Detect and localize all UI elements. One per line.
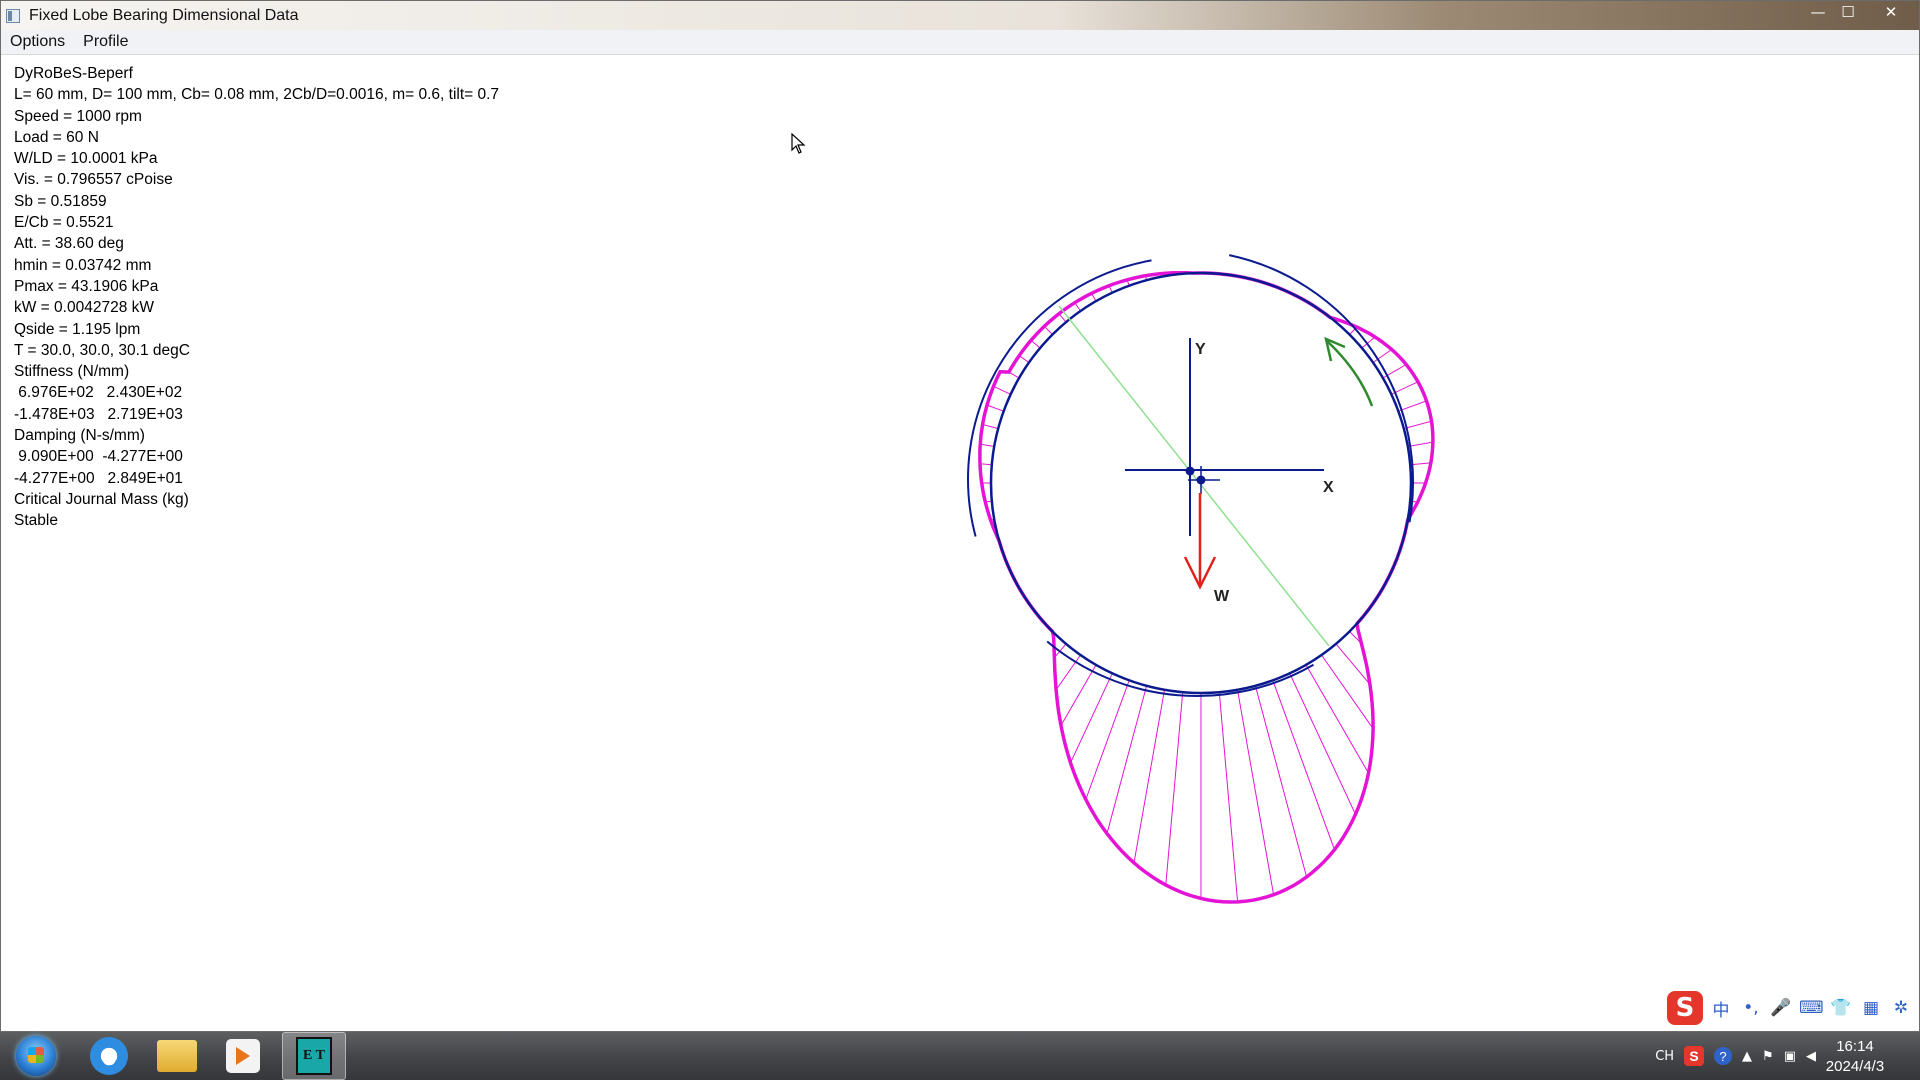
attitude-line (1058, 305, 1330, 647)
action-center-flag-icon[interactable]: ⚑ (1762, 1049, 1774, 1064)
taskbar-explorer[interactable] (148, 1032, 206, 1080)
ime-keyboard-icon[interactable]: ⌨ (1799, 998, 1824, 1018)
pressure-hatch-line (1070, 673, 1113, 764)
ime-logo-icon[interactable]: S (1667, 991, 1703, 1025)
y-axis-label: Y (1195, 341, 1206, 358)
pressure-hatch-line (1403, 420, 1432, 430)
show-hidden-icons-icon[interactable]: ▲ (1742, 1049, 1752, 1064)
pressure-hatch-line (1030, 340, 1041, 349)
media-player-icon (226, 1039, 260, 1073)
taskbar-ie[interactable]: e (80, 1032, 138, 1080)
ime-skin-icon[interactable]: 👕 (1829, 998, 1853, 1018)
pressure-hatch-line (980, 443, 995, 447)
pressure-hatch-line (1218, 692, 1239, 902)
pressure-hatch-lines (979, 275, 1433, 902)
network-icon[interactable]: ▣ (1784, 1049, 1796, 1064)
taskbar-active-app[interactable]: E T (282, 1032, 346, 1080)
folder-icon (157, 1040, 197, 1072)
system-tray: CH S ? ▲ ⚑ ▣ ◀ (1655, 1032, 1816, 1080)
ime-toolbar: S 中 •, 🎤 ⌨ 👕 ▦ ✲ (1667, 991, 1913, 1025)
ime-microphone-icon[interactable]: 🎤 (1769, 998, 1793, 1018)
pressure-hatch-line (1407, 441, 1433, 447)
pressure-hatch-line (1305, 664, 1369, 774)
journal-center-dot (1196, 475, 1206, 485)
pressure-hatch-line (1398, 400, 1427, 412)
pressure-hatch-line (1018, 355, 1030, 363)
bearing-pad-arc (967, 259, 1152, 537)
bearing-center-dot (1185, 466, 1195, 476)
clock-time: 16:14 (1836, 1038, 1874, 1055)
windows-start-icon (16, 1036, 56, 1076)
pressure-hatch-line (982, 424, 999, 430)
ime-chinese-mode-icon[interactable]: 中 (1709, 996, 1733, 1021)
x-axis-label: X (1323, 479, 1334, 496)
pressure-hatch-line (1106, 685, 1148, 834)
bearing-diagram: Y X W (967, 254, 1435, 904)
ime-punctuation-icon[interactable]: •, (1739, 998, 1763, 1018)
pressure-hatch-line (1254, 685, 1308, 878)
pressure-hatch-line (1055, 654, 1081, 691)
help-tray-icon[interactable]: ? (1714, 1047, 1733, 1065)
pressure-profile (978, 270, 1435, 904)
app-window: Fixed Lobe Bearing Dimensional Data — ☐ … (0, 0, 1920, 1032)
pressure-hatch-line (1165, 692, 1184, 886)
bearing-pad-arc (1228, 254, 1414, 523)
pressure-hatch-line (986, 404, 1004, 412)
app-icon: E T (296, 1037, 332, 1075)
taskbar: e E T CH S ? ▲ ⚑ ▣ ◀ 16:14 2024/4/3 (0, 1032, 1920, 1080)
start-button[interactable] (8, 1032, 64, 1080)
clock-date: 2024/4/3 (1825, 1058, 1885, 1075)
volume-icon[interactable]: ◀ (1806, 1049, 1816, 1064)
taskbar-media-player[interactable] (214, 1032, 272, 1080)
pressure-hatch-line (1085, 680, 1130, 800)
pressure-hatch-line (1237, 689, 1275, 895)
load-label: W (1214, 588, 1230, 605)
sogou-tray-icon[interactable]: S (1684, 1046, 1705, 1066)
clock[interactable]: 16:14 2024/4/3 (1820, 1037, 1890, 1077)
pressure-hatch-line (993, 385, 1011, 395)
pressure-hatch-line (1008, 371, 1020, 379)
pressure-hatch-line (1272, 680, 1335, 850)
ime-toolbox-icon[interactable]: ▦ (1859, 998, 1883, 1018)
bearing-pad-arc (1046, 640, 1314, 698)
internet-explorer-icon: e (90, 1037, 128, 1075)
pressure-hatch-line (1060, 664, 1097, 726)
language-indicator[interactable]: CH (1655, 1049, 1674, 1064)
ime-settings-icon[interactable]: ✲ (1889, 998, 1913, 1018)
